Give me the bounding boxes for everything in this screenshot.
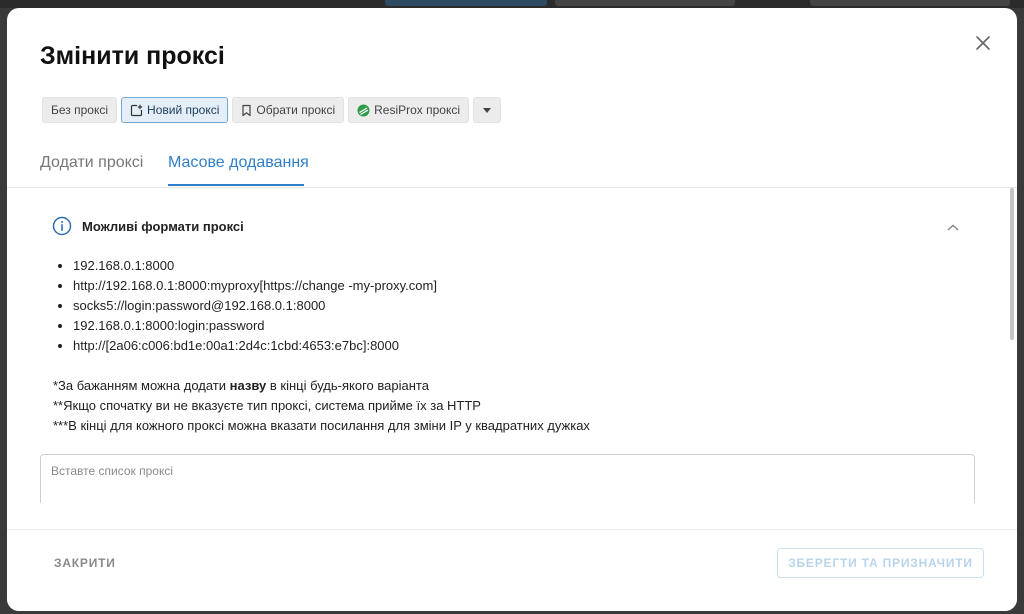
formats-info-header[interactable]: Можливі формати проксі (52, 216, 244, 236)
choose-proxy-button[interactable]: Обрати проксі (232, 97, 345, 123)
tab-add-proxy[interactable]: Додати проксі (40, 154, 143, 186)
background-app (0, 0, 1024, 8)
close-dialog-button[interactable] (972, 32, 994, 54)
format-notes: *За бажанням можна додати назву в кінці … (53, 376, 590, 436)
format-item: 192.168.0.1:8000 (73, 256, 437, 276)
note-name: *За бажанням можна додати назву в кінці … (53, 376, 590, 396)
save-and-assign-label: ЗБЕРЕГТИ ТА ПРИЗНАЧИТИ (788, 556, 973, 570)
no-proxy-button[interactable]: Без проксі (42, 97, 118, 123)
new-proxy-button[interactable]: Новий проксі (121, 97, 229, 123)
format-item: 192.168.0.1:8000:login:password (73, 316, 437, 336)
bookmark-icon (242, 104, 251, 116)
resiprox-proxy-button[interactable]: ResiProx проксі (348, 97, 470, 123)
tab-bulk-add[interactable]: Масове додавання (168, 154, 309, 186)
background-button (555, 0, 735, 6)
no-proxy-label: Без проксі (51, 103, 109, 117)
background-button (810, 0, 1010, 6)
add-square-icon (130, 104, 143, 116)
info-circle-icon (52, 216, 72, 236)
background-button (385, 0, 547, 6)
note-name-prefix: *За бажанням можна додати (53, 378, 230, 393)
active-tab-indicator (168, 184, 304, 186)
content-scrollbar[interactable] (1010, 188, 1014, 340)
close-button[interactable]: ЗАКРИТИ (54, 556, 116, 570)
bulk-add-panel: Можливі формати проксі 192.168.0.1:8000 … (7, 188, 1017, 503)
new-proxy-label: Новий проксі (147, 103, 220, 117)
choose-proxy-label: Обрати проксі (256, 103, 336, 117)
note-name-bold: назву (229, 378, 267, 393)
format-item: http://[2a06:c006:bd1e:00a1:2d4c:1cbd:46… (73, 336, 437, 356)
edit-proxy-dialog: Змінити проксі Без проксі Новий проксі О… (7, 8, 1017, 611)
collapse-formats-button[interactable] (946, 220, 960, 231)
format-item: http://192.168.0.1:8000:myproxy[https://… (73, 276, 437, 296)
proxy-tabs: Додати проксі Масове додавання (7, 154, 1017, 188)
note-change-ip: ***В кінці для кожного проксі можна вказ… (53, 418, 590, 433)
resiprox-logo-icon (357, 104, 370, 116)
proxy-mode-selector: Без проксі Новий проксі Обрати проксі Re… (42, 97, 502, 123)
chevron-up-icon (947, 224, 959, 231)
proxy-list-input[interactable] (40, 454, 975, 503)
format-item: socks5://login:password@192.168.0.1:8000 (73, 296, 437, 316)
resiprox-proxy-label: ResiProx проксі (374, 103, 461, 117)
dialog-title: Змінити проксі (40, 42, 225, 70)
caret-down-icon (483, 107, 492, 113)
proxy-formats-list: 192.168.0.1:8000 http://192.168.0.1:8000… (55, 256, 437, 356)
note-name-suffix: в кінці будь-якого варіанта (266, 378, 429, 393)
close-icon (976, 36, 990, 50)
save-and-assign-button[interactable]: ЗБЕРЕГТИ ТА ПРИЗНАЧИТИ (777, 548, 984, 578)
note-type: **Якщо спочатку ви не вказуєте тип прокс… (53, 398, 481, 413)
dialog-footer: ЗАКРИТИ ЗБЕРЕГТИ ТА ПРИЗНАЧИТИ (7, 529, 1017, 611)
formats-info-title: Можливі формати проксі (82, 218, 244, 234)
proxy-provider-dropdown[interactable] (473, 97, 502, 123)
